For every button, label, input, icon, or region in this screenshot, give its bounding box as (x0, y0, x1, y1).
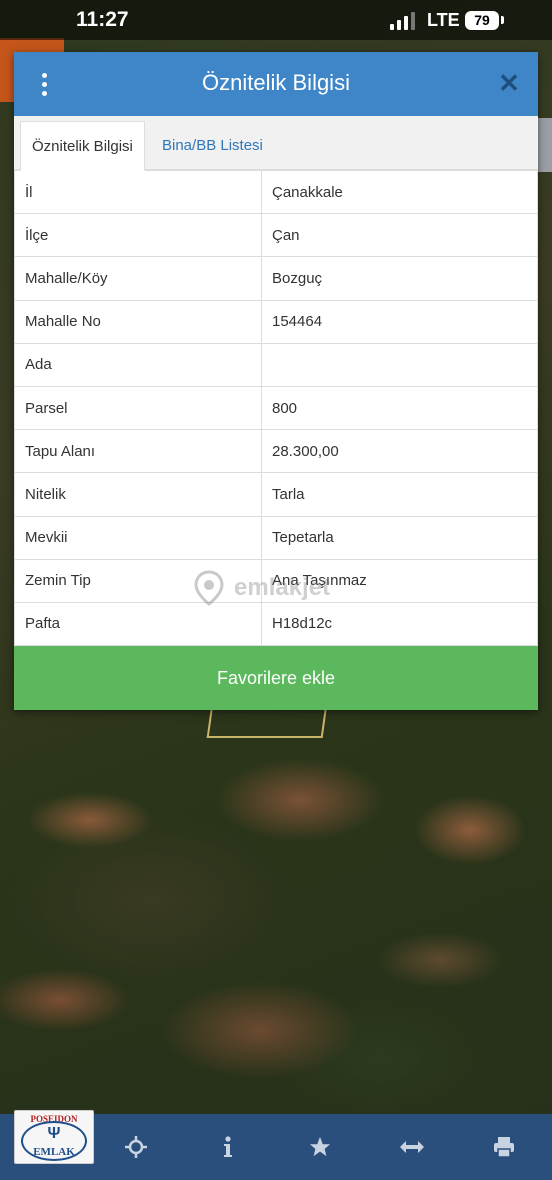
map-overlay-gray (538, 118, 552, 172)
row-value (261, 342, 538, 387)
table-row: Nitelik Tarla (14, 472, 538, 517)
row-value: Bozguç (261, 256, 538, 301)
status-time: 11:27 (76, 8, 129, 31)
company-logo: POSEIDON Ψ EMLAK (14, 1110, 94, 1164)
row-value: Tarla (261, 472, 538, 517)
table-row: Zemin Tip Ana Taşınmaz (14, 558, 538, 603)
table-row: İlçe Çan (14, 213, 538, 258)
signal-icon (390, 12, 415, 30)
dialog-title: Öznitelik Bilgisi (202, 70, 350, 95)
row-value: H18d12c (261, 601, 538, 647)
battery-tip (501, 16, 504, 24)
table-row: Mevkii Tepetarla (14, 515, 538, 560)
row-key: Parsel (14, 385, 262, 431)
row-value: Çanakkale (261, 169, 538, 215)
row-key: Pafta (14, 601, 262, 647)
row-value: Tepetarla (261, 515, 538, 560)
row-key: Mahalle/Köy (14, 256, 262, 301)
logo-bottom-text: EMLAK (33, 1146, 75, 1158)
row-key: İl (14, 169, 262, 215)
row-value: Çan (261, 213, 538, 258)
tab-attribute-info[interactable]: Öznitelik Bilgisi (20, 121, 145, 171)
row-key: Zemin Tip (14, 558, 262, 603)
dialog-header: Öznitelik Bilgisi ✕ (14, 52, 538, 116)
row-key: Tapu Alanı (14, 429, 262, 474)
info-icon[interactable] (213, 1132, 243, 1162)
table-row: Mahalle/Köy Bozguç (14, 256, 538, 301)
row-value: Ana Taşınmaz (261, 558, 538, 603)
tab-building-list[interactable]: Bina/BB Listesi (151, 121, 274, 171)
attribute-table: İl Çanakkale İlçe Çan Mahalle/Köy Bozguç… (14, 169, 538, 647)
print-icon[interactable] (489, 1132, 519, 1162)
row-value: 154464 (261, 299, 538, 344)
star-icon[interactable] (305, 1132, 335, 1162)
table-row: Tapu Alanı 28.300,00 (14, 429, 538, 474)
measure-arrows-icon[interactable] (397, 1132, 427, 1162)
row-value: 28.300,00 (261, 429, 538, 474)
row-key: Mahalle No (14, 299, 262, 344)
status-bar: 11:27 LTE 79 (0, 0, 552, 40)
table-row: Mahalle No 154464 (14, 299, 538, 344)
crosshair-icon[interactable] (121, 1132, 151, 1162)
table-row: Parsel 800 (14, 385, 538, 431)
table-row: İl Çanakkale (14, 169, 538, 215)
network-type: LTE (427, 10, 460, 30)
attribute-dialog: Öznitelik Bilgisi ✕ Öznitelik Bilgisi Bi… (14, 52, 538, 711)
close-icon[interactable]: ✕ (496, 68, 522, 98)
table-row: Ada (14, 342, 538, 387)
row-key: Nitelik (14, 472, 262, 517)
tab-bar: Öznitelik Bilgisi Bina/BB Listesi (14, 116, 538, 171)
add-favorite-button[interactable]: Favorilere ekle (14, 646, 538, 711)
row-key: Mevkii (14, 515, 262, 560)
battery-icon: 79 (465, 11, 499, 30)
row-key: İlçe (14, 213, 262, 258)
row-key: Ada (14, 342, 262, 387)
table-row: Pafta H18d12c (14, 601, 538, 647)
row-value: 800 (261, 385, 538, 431)
trident-icon: Ψ (47, 1125, 61, 1142)
